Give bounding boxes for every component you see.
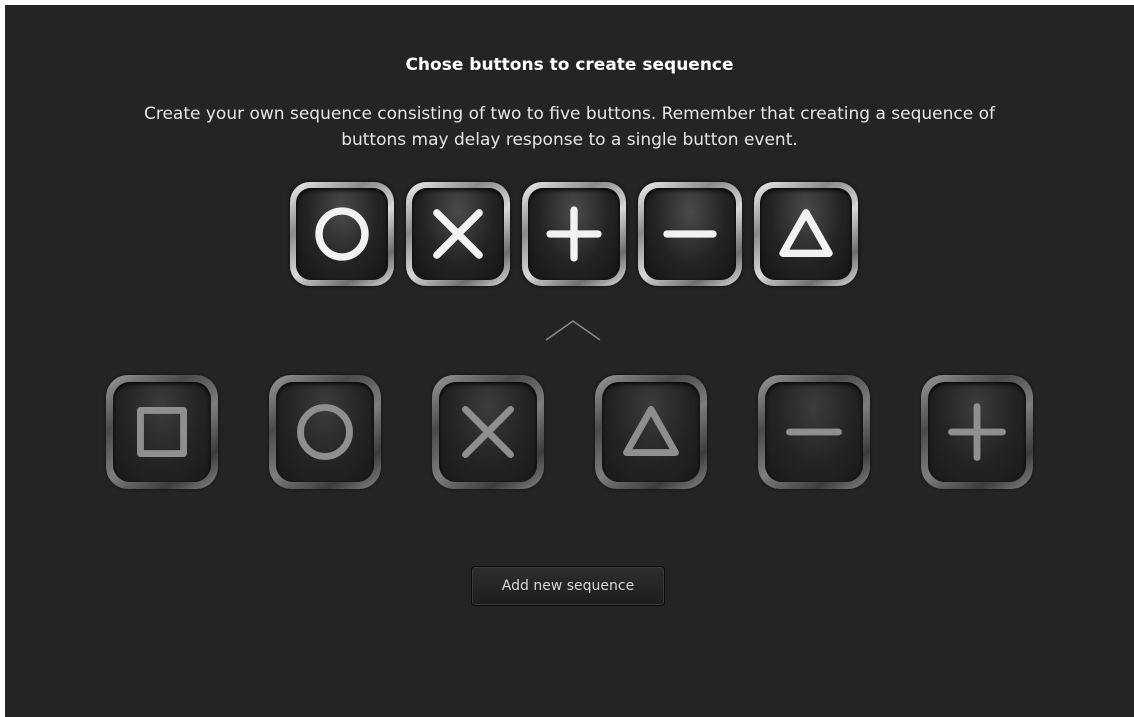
triangle-glyph <box>779 209 833 257</box>
sequence-slot-5[interactable] <box>748 176 864 292</box>
triangle-glyph <box>623 406 679 457</box>
description-line-1: Create your own sequence consisting of t… <box>143 104 996 124</box>
minus-glyph <box>663 230 717 238</box>
plus-glyph <box>948 403 1006 461</box>
add-new-sequence-button[interactable]: Add new sequence <box>471 566 665 606</box>
circle-glyph <box>297 404 353 460</box>
palette-button-triangle[interactable] <box>593 371 709 493</box>
minus-glyph <box>786 428 842 436</box>
sequence-slot-1[interactable] <box>284 176 400 292</box>
circle-glyph <box>315 207 369 261</box>
sequence-slot-3[interactable] <box>516 176 632 292</box>
palette-button-square[interactable] <box>104 371 220 493</box>
palette-button-cross[interactable] <box>430 371 546 493</box>
sequence-editor-panel: Chose buttons to create sequence Create … <box>5 5 1134 717</box>
description-line-2: buttons may delay response to a single b… <box>341 130 798 150</box>
button-palette <box>104 371 1034 493</box>
square-glyph <box>137 407 187 457</box>
sequence-slot-2[interactable] <box>400 176 516 292</box>
caret-up-icon <box>545 320 601 341</box>
cross-glyph <box>462 406 514 458</box>
page-title: Chose buttons to create sequence <box>405 55 734 75</box>
cross-glyph <box>433 209 483 259</box>
palette-button-minus[interactable] <box>756 371 872 493</box>
sequence-slot-4[interactable] <box>632 176 748 292</box>
description: Create your own sequence consisting of t… <box>15 101 1124 153</box>
palette-button-circle[interactable] <box>267 371 383 493</box>
plus-glyph <box>546 206 602 262</box>
palette-button-plus[interactable] <box>919 371 1035 493</box>
selected-sequence <box>284 176 864 292</box>
